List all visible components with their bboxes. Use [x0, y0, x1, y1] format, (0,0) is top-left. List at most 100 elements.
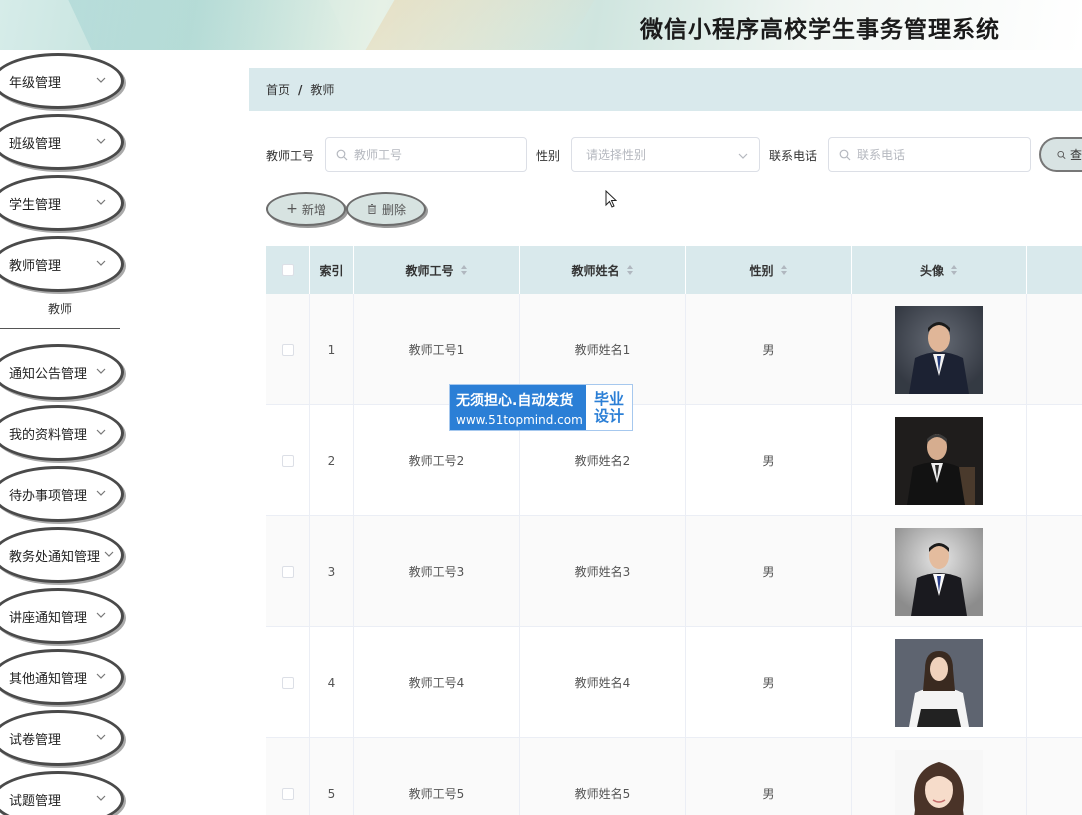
- sidebar-item-notice[interactable]: 通知公告管理: [0, 344, 124, 400]
- sidebar-subitem-teacher[interactable]: 教师: [0, 289, 120, 329]
- header-teacher-no[interactable]: 教师工号: [354, 246, 520, 294]
- sidebar-item-class[interactable]: 班级管理: [0, 114, 124, 170]
- avatar[interactable]: [895, 638, 983, 727]
- phone-label: 联系电话: [769, 149, 818, 163]
- sidebar: 年级管理 班级管理 学生管理 教师管理 教师 通知公告管理 我的资料管理 待办事…: [0, 50, 130, 815]
- header-decoration: [365, 0, 595, 50]
- sidebar-item-label: 年级管理: [9, 75, 62, 91]
- plus-icon: +: [286, 201, 298, 217]
- cell-more: [1027, 738, 1082, 815]
- chevron-down-icon: [96, 673, 106, 679]
- table-header: 索引 教师工号 教师姓名 性别 头像: [266, 246, 1082, 294]
- breadcrumb-separator: /: [298, 82, 303, 97]
- sidebar-item-label: 教师管理: [9, 258, 62, 274]
- sidebar-item-exam-paper[interactable]: 试卷管理: [0, 710, 124, 766]
- cell-avatar: [852, 516, 1027, 627]
- avatar[interactable]: [895, 749, 983, 815]
- chevron-down-icon: [104, 551, 114, 557]
- cell-gender: 男: [686, 738, 852, 815]
- header-select-all[interactable]: [266, 246, 310, 294]
- row-checkbox-cell[interactable]: [266, 627, 310, 738]
- row-checkbox-cell[interactable]: [266, 294, 310, 405]
- sidebar-item-academic-notice[interactable]: 教务处通知管理: [0, 527, 124, 583]
- table-row[interactable]: 3 教师工号3 教师姓名3 男: [266, 516, 1082, 627]
- cell-index: 5: [310, 738, 354, 815]
- sidebar-item-label: 待办事项管理: [9, 488, 88, 504]
- header-avatar[interactable]: 头像: [852, 246, 1027, 294]
- sidebar-item-student[interactable]: 学生管理: [0, 175, 124, 231]
- phone-input[interactable]: 联系电话: [828, 137, 1031, 172]
- male-suit-portrait-icon: [895, 305, 983, 394]
- avatar[interactable]: [895, 416, 983, 505]
- cell-more: [1027, 294, 1082, 405]
- watermark-tag1: 毕业: [593, 389, 624, 408]
- select-all-checkbox[interactable]: [281, 264, 294, 276]
- add-button[interactable]: + 新增: [266, 192, 346, 226]
- sidebar-item-todo[interactable]: 待办事项管理: [0, 466, 124, 522]
- sidebar-item-lecture-notice[interactable]: 讲座通知管理: [0, 588, 124, 644]
- gender-select[interactable]: 请选择性别: [571, 137, 760, 172]
- row-checkbox[interactable]: [281, 787, 294, 800]
- row-checkbox[interactable]: [281, 565, 294, 578]
- avatar[interactable]: [895, 527, 983, 616]
- cell-teacher-name: 教师姓名3: [520, 516, 686, 627]
- query-button[interactable]: 查: [1039, 137, 1082, 172]
- teacher-no-placeholder: 教师工号: [354, 148, 403, 162]
- sort-icon[interactable]: [460, 264, 468, 276]
- cell-avatar: [852, 627, 1027, 738]
- sidebar-item-profile[interactable]: 我的资料管理: [0, 405, 124, 461]
- app-title: 微信小程序高校学生事务管理系统: [640, 17, 1000, 43]
- add-button-label: 新增: [301, 202, 326, 217]
- watermark-text: 无须担心.自动发货 www.51topmind.com: [450, 385, 586, 430]
- watermark-line2: www.51topmind.com: [456, 413, 583, 427]
- breadcrumb-current: 教师: [310, 83, 335, 97]
- sidebar-item-label: 班级管理: [9, 136, 62, 152]
- row-checkbox-cell[interactable]: [266, 405, 310, 516]
- sort-icon[interactable]: [626, 264, 634, 276]
- sort-icon[interactable]: [780, 264, 788, 276]
- header-label: 教师姓名: [571, 263, 620, 278]
- chevron-down-icon: [96, 138, 106, 144]
- chevron-down-icon: [96, 368, 106, 374]
- sidebar-item-question[interactable]: 试题管理: [0, 771, 124, 815]
- sidebar-item-label: 学生管理: [9, 197, 62, 213]
- teacher-no-input[interactable]: 教师工号: [325, 137, 527, 172]
- cell-index: 2: [310, 405, 354, 516]
- header-label: 教师工号: [405, 263, 454, 278]
- search-icon: [336, 149, 348, 160]
- cell-teacher-name: 教师姓名4: [520, 627, 686, 738]
- row-checkbox-cell[interactable]: [266, 738, 310, 815]
- chevron-down-icon: [96, 612, 106, 618]
- header-teacher-name[interactable]: 教师姓名: [520, 246, 686, 294]
- cell-more: [1027, 627, 1082, 738]
- cell-gender: 男: [686, 627, 852, 738]
- cell-gender: 男: [686, 294, 852, 405]
- sidebar-item-teacher[interactable]: 教师管理: [0, 236, 124, 292]
- chevron-down-icon: [96, 795, 106, 801]
- row-checkbox[interactable]: [281, 454, 294, 467]
- sidebar-item-label: 教务处通知管理: [9, 549, 101, 565]
- sort-icon[interactable]: [950, 264, 958, 276]
- search-icon: [1057, 150, 1066, 159]
- header-label: 头像: [919, 263, 944, 278]
- cell-teacher-name: 教师姓名5: [520, 738, 686, 815]
- cell-teacher-no: 教师工号5: [354, 738, 520, 815]
- row-checkbox[interactable]: [281, 343, 294, 356]
- table-row[interactable]: 4 教师工号4 教师姓名4 男: [266, 627, 1082, 738]
- table-row[interactable]: 2 教师工号2 教师姓名2 男: [266, 405, 1082, 516]
- female-white-background-portrait-icon: [895, 749, 983, 815]
- breadcrumb-home[interactable]: 首页: [266, 81, 290, 98]
- table-row[interactable]: 5 教师工号5 教师姓名5 男: [266, 738, 1082, 815]
- sidebar-item-grade[interactable]: 年级管理: [0, 53, 124, 109]
- sidebar-item-other-notice[interactable]: 其他通知管理: [0, 649, 124, 705]
- header-decoration: [68, 0, 352, 50]
- row-checkbox-cell[interactable]: [266, 516, 310, 627]
- row-checkbox[interactable]: [281, 676, 294, 689]
- header-gender[interactable]: 性别: [686, 246, 852, 294]
- delete-button-label: 删除: [381, 202, 406, 217]
- avatar[interactable]: [895, 305, 983, 394]
- delete-button[interactable]: 删除: [346, 192, 426, 226]
- table-row[interactable]: 1 教师工号1 教师姓名1 男: [266, 294, 1082, 405]
- chevron-down-icon: [96, 490, 106, 496]
- cell-teacher-no: 教师工号4: [354, 627, 520, 738]
